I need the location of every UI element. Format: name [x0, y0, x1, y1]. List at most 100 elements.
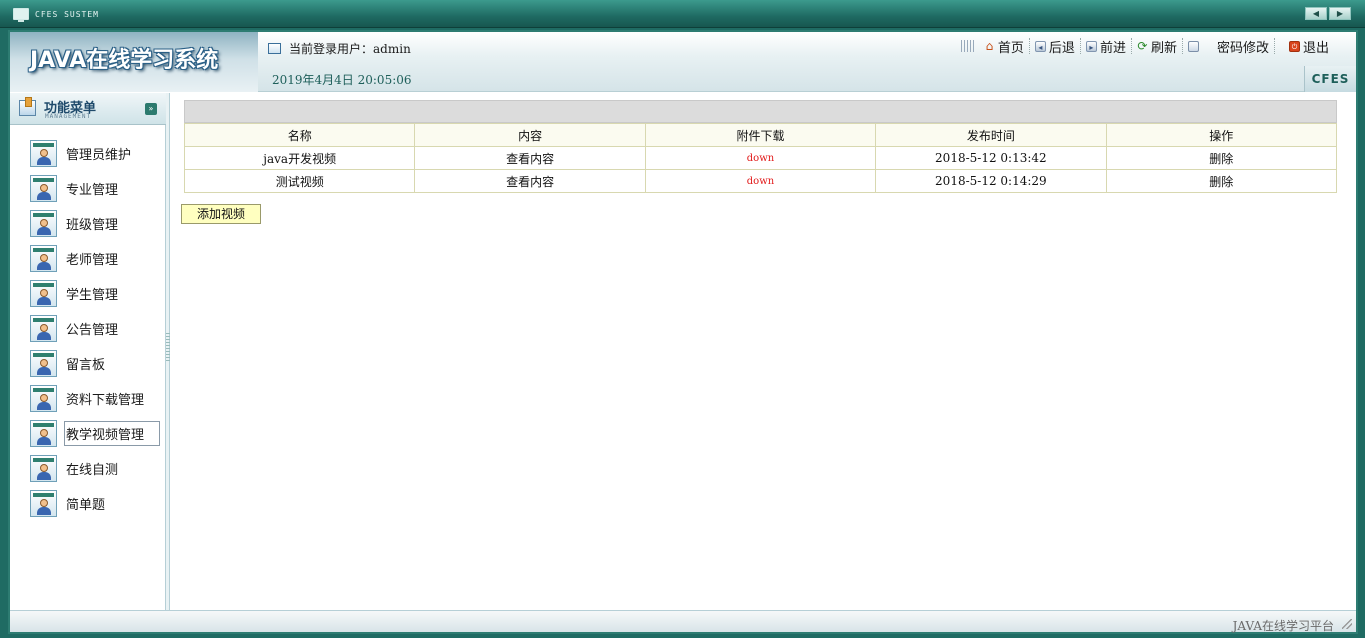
footer-text: JAVA在线学习平台 [1232, 619, 1334, 633]
exit-icon: ⏻ [1288, 40, 1300, 52]
menu-subtitle: MANAGEMENT [45, 113, 92, 120]
app-header: JAVA在线学习系统 当前登录用户：admin 2019年4月4日 20:05:… [10, 32, 1356, 92]
sidebar: 功能菜单 MANAGEMENT » 管理员维护专业管理班级管理老师管理学生管理公… [10, 93, 166, 610]
sidebar-menu-label: 公告管理 [66, 323, 119, 338]
sidebar-menu-label: 资料下载管理 [66, 393, 145, 408]
nav-back-label: 后退 [1048, 40, 1075, 56]
add-video-button[interactable]: 添加视频 [181, 204, 261, 224]
sidebar-menu-label: 简单题 [66, 498, 106, 513]
sidebar-menu-item[interactable]: 班级管理 [30, 206, 160, 241]
menu-header: 功能菜单 MANAGEMENT » [10, 93, 166, 125]
view-content-link[interactable]: 查看内容 [414, 146, 646, 170]
nav-change-password[interactable]: 密码修改 [1183, 38, 1275, 56]
sidebar-menu-item[interactable]: 学生管理 [30, 276, 160, 311]
delete-link[interactable]: 删除 [1105, 146, 1338, 170]
refresh-icon: ⟳ [1137, 38, 1148, 53]
nav-forward-label: 前进 [1099, 40, 1126, 56]
table-row: 测试视频 查看内容 down 2018-5-12 0:14:29 删除 [183, 169, 1338, 193]
cell-name: 测试视频 [183, 169, 416, 193]
nav-home[interactable]: ⌂ 首页 [979, 38, 1030, 56]
col-header-attachment: 附件下载 [644, 123, 877, 147]
monitor-icon [13, 8, 29, 22]
splitter-grip[interactable] [166, 333, 170, 363]
window-buttons: ◀ ▶ [1305, 7, 1351, 20]
nav-home-label: 首页 [997, 40, 1024, 56]
col-header-published: 发布时间 [875, 123, 1107, 147]
user-card-icon [30, 420, 57, 447]
cell-published: 2018-5-12 0:13:42 [875, 146, 1107, 170]
col-header-name: 名称 [183, 123, 416, 147]
resize-grip-icon[interactable] [1342, 619, 1352, 629]
nav-back[interactable]: ◂ 后退 [1030, 38, 1081, 56]
current-user-label: 当前登录用户： [289, 42, 374, 56]
app-frame: JAVA在线学习系统 当前登录用户：admin 2019年4月4日 20:05:… [8, 30, 1358, 634]
sidebar-menu-item[interactable]: 留言板 [30, 346, 160, 381]
user-card-icon [30, 245, 57, 272]
user-card-icon [30, 280, 57, 307]
user-card-icon [30, 490, 57, 517]
cell-published: 2018-5-12 0:14:29 [875, 169, 1107, 193]
sidebar-menu-label: 老师管理 [66, 253, 119, 268]
window-title: CFES SUSTEM [35, 10, 99, 19]
nav-forward[interactable]: ▸ 前进 [1081, 38, 1132, 56]
table-row: java开发视频 查看内容 down 2018-5-12 0:13:42 删除 [183, 146, 1338, 170]
user-card-icon [30, 315, 57, 342]
nav-refresh-label: 刷新 [1150, 40, 1177, 56]
download-link[interactable]: down [644, 169, 877, 193]
user-card-icon [30, 455, 57, 482]
video-table: 名称 内容 附件下载 发布时间 操作 java开发视频 查看内容 down 20… [183, 123, 1338, 193]
current-datetime: 2019年4月4日 20:05:06 [272, 73, 412, 87]
nav-exit-label: 退出 [1302, 40, 1329, 56]
sidebar-menu-item[interactable]: 教学视频管理 [30, 416, 161, 451]
view-content-link[interactable]: 查看内容 [414, 169, 646, 193]
window-titlebar: CFES SUSTEM ◀ ▶ [0, 0, 1365, 28]
prev-arrow-button[interactable]: ◀ [1305, 7, 1327, 20]
window-icon [268, 43, 281, 54]
sidebar-menu-label: 留言板 [66, 358, 106, 373]
sidebar-menu-item[interactable]: 资料下载管理 [30, 381, 160, 416]
current-user-line: 当前登录用户：admin [268, 40, 411, 57]
download-link[interactable]: down [644, 146, 877, 170]
sidebar-menu-item[interactable]: 管理员维护 [30, 136, 160, 171]
sidebar-menu-item[interactable]: 老师管理 [30, 241, 160, 276]
table-header-row: 名称 内容 附件下载 发布时间 操作 [183, 123, 1338, 147]
user-card-icon [30, 210, 57, 237]
sidebar-menu-item[interactable]: 专业管理 [30, 171, 160, 206]
menu-folder-icon [19, 97, 36, 116]
sidebar-menu-label: 教学视频管理 [64, 421, 161, 446]
top-nav: ⌂ 首页 ◂ 后退 ▸ 前进 ⟳ 刷新 密码修改 ⏻ 退出 [960, 38, 1334, 56]
app-logo: JAVA在线学习系统 [30, 48, 219, 73]
nav-exit[interactable]: ⏻ 退出 [1275, 38, 1334, 56]
sidebar-menu-label: 在线自测 [66, 463, 119, 478]
nav-refresh[interactable]: ⟳ 刷新 [1132, 38, 1183, 56]
sidebar-menu-label: 学生管理 [66, 288, 119, 303]
user-card-icon [30, 385, 57, 412]
sidebar-menu-item[interactable]: 在线自测 [30, 451, 160, 486]
sidebar-splitter[interactable] [166, 93, 170, 610]
toolbar-grip [960, 40, 975, 52]
collapse-menu-toggle-icon[interactable]: » [145, 103, 157, 115]
main-content: 名称 内容 附件下载 发布时间 操作 java开发视频 查看内容 down 20… [171, 93, 1356, 610]
sidebar-menu-label: 班级管理 [66, 218, 119, 233]
col-header-action: 操作 [1105, 123, 1338, 147]
forward-arrow-icon: ▸ [1085, 40, 1097, 52]
user-card-icon [30, 140, 57, 167]
sidebar-menu-label: 专业管理 [66, 183, 119, 198]
current-username: admin [373, 42, 411, 56]
content-header-bar [184, 100, 1337, 123]
status-footer: JAVA在线学习平台 [10, 610, 1356, 633]
cell-name: java开发视频 [183, 146, 416, 170]
sidebar-menu-label: 管理员维护 [66, 148, 132, 163]
sidebar-menu-item[interactable]: 简单题 [30, 486, 160, 521]
cfes-brand-tab: CFES [1304, 66, 1356, 92]
col-header-content: 内容 [414, 123, 646, 147]
sidebar-menu-item[interactable]: 公告管理 [30, 311, 160, 346]
user-card-icon [30, 350, 57, 377]
next-arrow-button[interactable]: ▶ [1329, 7, 1351, 20]
menu-list: 管理员维护专业管理班级管理老师管理学生管理公告管理留言板资料下载管理教学视频管理… [30, 136, 161, 521]
user-card-icon [30, 175, 57, 202]
delete-link[interactable]: 删除 [1105, 169, 1338, 193]
home-icon: ⌂ [985, 38, 994, 53]
nav-password-label: 密码修改 [1216, 40, 1269, 56]
logo-band: JAVA在线学习系统 [10, 32, 258, 92]
